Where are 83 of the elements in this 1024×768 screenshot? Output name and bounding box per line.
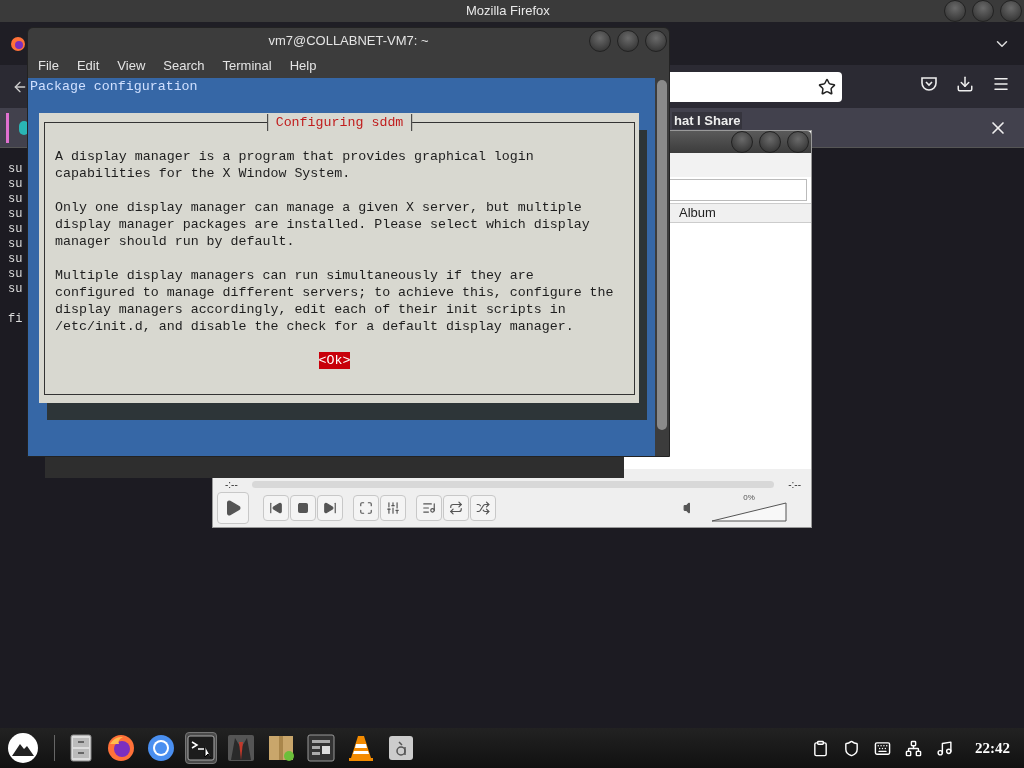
network-icon[interactable] [905, 739, 922, 757]
fullscreen-icon [359, 500, 373, 515]
next-icon [323, 500, 337, 515]
terminal-output-line: su [8, 267, 23, 282]
menu-icon[interactable] [992, 75, 1010, 93]
dialog-title: Configuring sddm [266, 114, 413, 131]
window-control-button[interactable] [972, 0, 994, 22]
address-field[interactable] [670, 71, 842, 102]
window-control-button[interactable] [1000, 0, 1022, 22]
stop-icon [297, 501, 309, 514]
menu-item[interactable]: File [32, 55, 65, 76]
player-button[interactable] [380, 494, 406, 521]
window-title: Mozilla Firefox [466, 2, 550, 21]
equalizer-icon [386, 500, 400, 515]
player-button[interactable] [317, 494, 343, 521]
window-control-button[interactable] [787, 131, 809, 153]
menu-item[interactable]: Help [283, 55, 323, 76]
file-cabinet-icon [70, 734, 92, 762]
player-button[interactable] [217, 491, 249, 524]
keyboard-icon[interactable] [874, 739, 891, 757]
suit-icon [227, 734, 255, 762]
taskbar-app-button[interactable] [305, 732, 337, 764]
window-title: vm7@COLLABNET-VM7: ~ [268, 31, 429, 50]
dialog-paragraph: A display manager is a program that provides graphical login capabilities for the X Window System. [55, 148, 534, 182]
terminal-output-line: fi [8, 312, 23, 327]
firefox-icon [107, 734, 135, 762]
chromium-icon [147, 734, 175, 762]
terminal-output-line: su [8, 177, 23, 192]
menu-item[interactable]: Terminal [216, 55, 278, 76]
menu-item[interactable]: View [111, 55, 152, 76]
terminal-output-line: su [8, 237, 23, 252]
accent-stripe [6, 112, 9, 143]
player-button[interactable] [416, 494, 442, 521]
terminal-output-line: su [8, 222, 23, 237]
window-control-button[interactable] [731, 131, 753, 153]
music-note-icon[interactable] [936, 739, 953, 757]
menu-item[interactable]: Search [157, 55, 211, 76]
dialog-paragraph: Multiple display managers can run simultaneously if they are configured to manage different servers; to achieve this, configure the display managers accordingly, edit each of their init scripts in /etc/init.d, and disable the check for a default display manager. [55, 267, 614, 335]
notification-tab[interactable]: hat I Share [672, 112, 743, 129]
terminal-output-line: su [8, 252, 23, 267]
playlist-icon [422, 500, 436, 515]
dialog-paragraph: Only one display manager can manage a given X server, but multiple display manager packages are installed. Please select which display manager should run by default. [55, 199, 590, 250]
traffic-cone-icon [348, 734, 374, 762]
window-control-button[interactable] [617, 29, 639, 52]
taskbar-app-button[interactable] [145, 732, 177, 764]
elapsed-time: -:-- [225, 477, 238, 492]
package-icon [267, 734, 295, 762]
clipboard-icon[interactable] [812, 739, 829, 757]
previous-icon [269, 500, 283, 515]
screen-title: Package configuration [30, 78, 198, 95]
taskbar-app-button[interactable] [185, 732, 217, 764]
terminal-icon [187, 735, 215, 761]
shield-icon[interactable] [843, 739, 860, 757]
download-icon[interactable] [956, 75, 974, 93]
pocket-icon[interactable] [920, 75, 938, 93]
scrollbar-thumb[interactable] [657, 80, 667, 430]
terminal-output-line: su [8, 162, 23, 177]
window-control-button[interactable] [589, 29, 611, 52]
firefox-icon [10, 35, 26, 52]
player-button[interactable] [353, 494, 379, 521]
terminal-output-line: su [8, 207, 23, 222]
total-time: -:-- [788, 477, 801, 492]
window-control-button[interactable] [944, 0, 966, 22]
clock[interactable]: 22:42 [975, 736, 1010, 760]
taskbar-app-button[interactable] [105, 732, 137, 764]
player-button[interactable] [290, 494, 316, 521]
window-control-button[interactable] [645, 29, 667, 52]
volume-reading: 0% [743, 493, 755, 502]
player-button[interactable] [470, 494, 496, 521]
play-icon [224, 498, 242, 517]
mountain-logo-icon[interactable] [7, 732, 39, 764]
system-monitor-icon [307, 734, 335, 762]
player-button[interactable] [263, 494, 289, 521]
terminal-output-line: su [8, 192, 23, 207]
ok-button[interactable]: <Ok> [318, 352, 351, 369]
player-button[interactable] [443, 494, 469, 521]
terminal-output-line: su [8, 282, 23, 297]
repeat-icon [449, 500, 463, 515]
shuffle-icon [476, 500, 490, 515]
window-control-button[interactable] [759, 131, 781, 153]
font-viewer-icon [388, 735, 414, 761]
star-icon[interactable] [818, 77, 836, 96]
menu-item[interactable]: Edit [70, 55, 106, 76]
